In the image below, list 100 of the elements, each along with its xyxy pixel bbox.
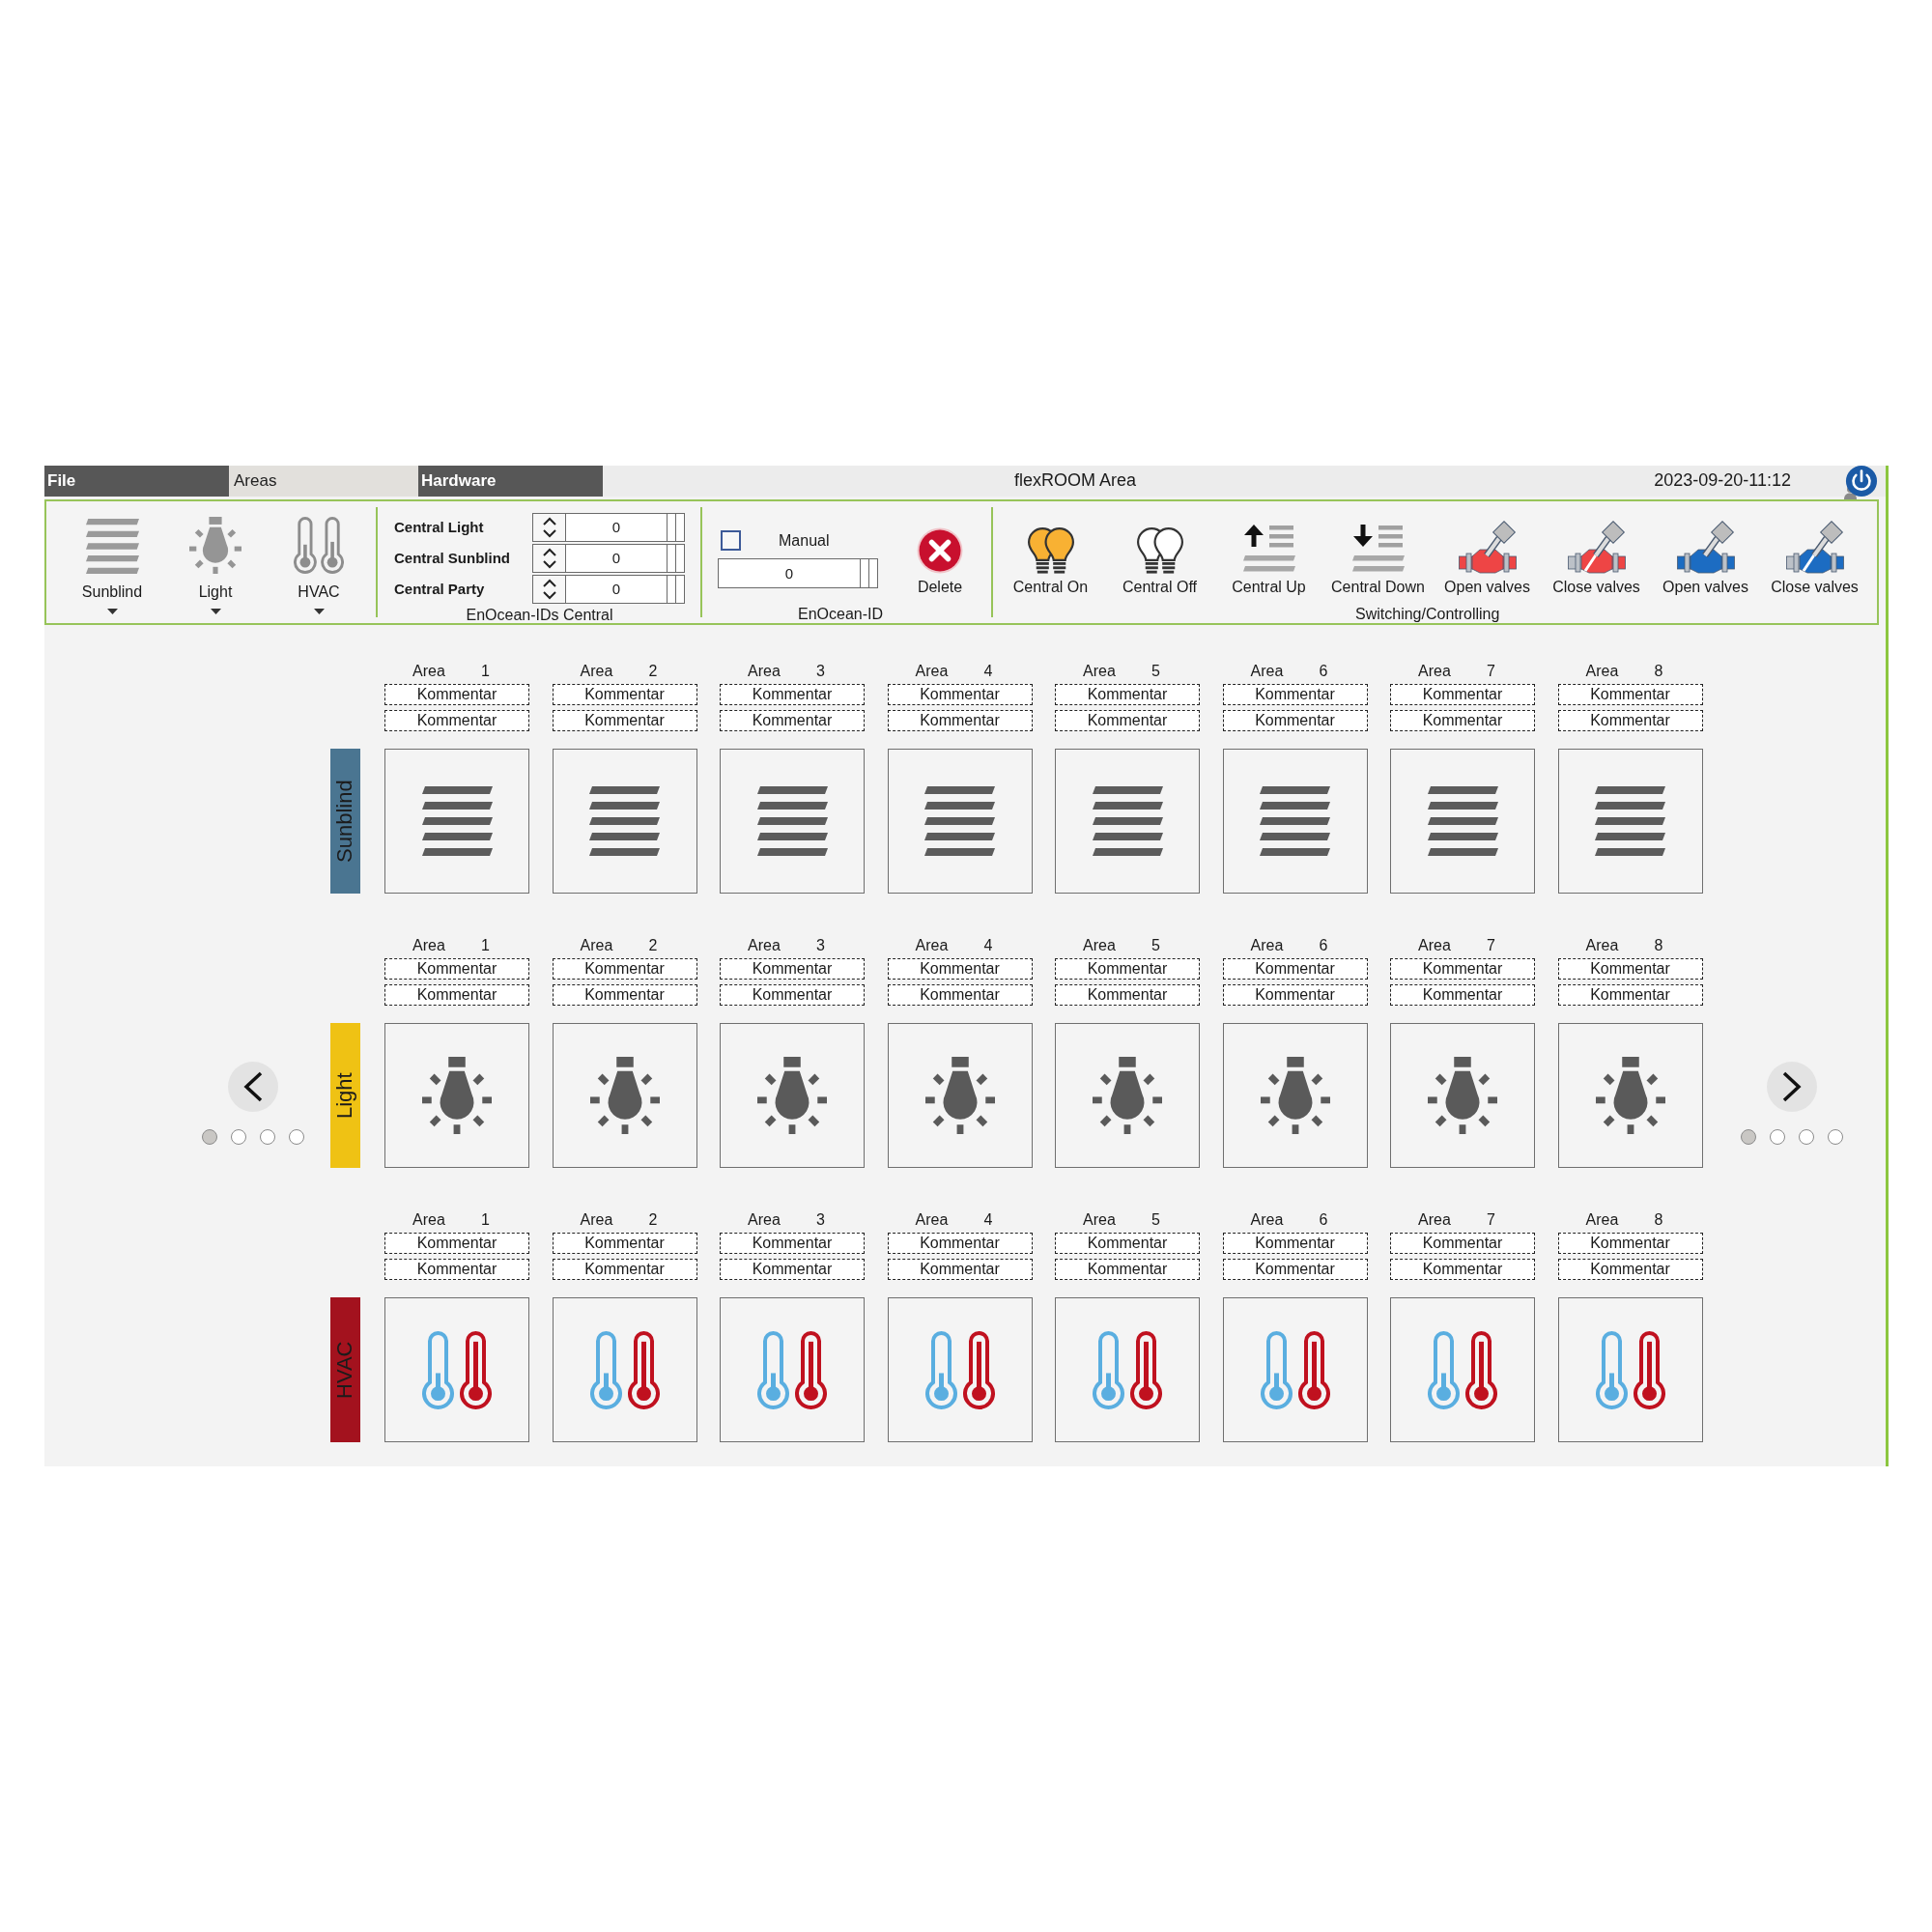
comment-field[interactable]: Kommentar [1390, 958, 1535, 980]
comment-field[interactable]: Kommentar [1390, 684, 1535, 705]
comment-field[interactable]: Kommentar [887, 684, 1033, 705]
spin-button[interactable] [532, 544, 566, 573]
toolbar-button[interactable]: Open valves [1651, 520, 1760, 597]
comment-field[interactable]: Kommentar [720, 958, 865, 980]
comment-field[interactable]: Kommentar [720, 1233, 865, 1254]
comment-field[interactable]: Kommentar [552, 684, 697, 705]
category-dropdown-button[interactable]: Light [172, 501, 259, 623]
toolbar-button[interactable]: Close valves [1542, 520, 1651, 597]
area-tile[interactable] [1222, 1023, 1368, 1168]
comment-field[interactable]: Kommentar [1055, 710, 1200, 731]
area-tile[interactable] [720, 1023, 865, 1168]
comment-field[interactable]: Kommentar [1222, 684, 1368, 705]
comment-field[interactable]: Kommentar [384, 1233, 529, 1254]
comment-field[interactable]: Kommentar [1557, 710, 1703, 731]
toolbar-button[interactable]: Central Down [1323, 520, 1433, 597]
area-tile[interactable] [720, 1297, 865, 1442]
comment-field[interactable]: Kommentar [887, 958, 1033, 980]
spin-button[interactable] [532, 513, 566, 542]
comment-field[interactable]: Kommentar [1222, 984, 1368, 1006]
spin-button[interactable] [532, 575, 566, 604]
comment-field[interactable]: Kommentar [887, 1259, 1033, 1280]
area-tile[interactable] [887, 1023, 1033, 1168]
toolbar-button[interactable]: Central On [996, 520, 1105, 597]
menu-tab[interactable]: File [44, 466, 229, 497]
comment-field[interactable]: Kommentar [1557, 958, 1703, 980]
comment-field[interactable]: Kommentar [1055, 984, 1200, 1006]
delete-button[interactable]: Delete [911, 501, 969, 597]
comment-field[interactable]: Kommentar [720, 984, 865, 1006]
area-tile[interactable] [552, 1023, 697, 1168]
comment-field[interactable]: Kommentar [384, 958, 529, 980]
comment-field[interactable]: Kommentar [552, 984, 697, 1006]
comment-field[interactable]: Kommentar [552, 958, 697, 980]
comment-field[interactable]: Kommentar [1390, 1259, 1535, 1280]
area-tile[interactable] [1222, 1297, 1368, 1442]
area-tile[interactable] [1055, 749, 1200, 894]
id-field[interactable]: 0 [566, 575, 685, 604]
comment-field[interactable]: Kommentar [1222, 710, 1368, 731]
area-tile[interactable] [887, 749, 1033, 894]
comment-field[interactable]: Kommentar [552, 710, 697, 731]
comment-field[interactable]: Kommentar [384, 684, 529, 705]
comment-field[interactable]: Kommentar [1055, 1233, 1200, 1254]
comment-field[interactable]: Kommentar [887, 1233, 1033, 1254]
comment-field[interactable]: Kommentar [1390, 984, 1535, 1006]
toolbar-button[interactable]: Central Up [1214, 520, 1323, 597]
comment-field[interactable]: Kommentar [384, 1259, 529, 1280]
comment-field[interactable]: Kommentar [1557, 684, 1703, 705]
comment-field[interactable]: Kommentar [1222, 1259, 1368, 1280]
comment-field[interactable]: Kommentar [1390, 1233, 1535, 1254]
comment-field[interactable]: Kommentar [1055, 1259, 1200, 1280]
id-field[interactable]: 0 [566, 513, 685, 542]
area-tile[interactable] [1557, 749, 1703, 894]
category-dropdown-button[interactable]: HVAC [275, 501, 362, 623]
next-button[interactable] [1767, 1062, 1817, 1112]
area-tile[interactable] [1390, 1297, 1535, 1442]
area-tile[interactable] [1390, 749, 1535, 894]
area-tile[interactable] [1055, 1297, 1200, 1442]
area-tile[interactable] [1055, 1023, 1200, 1168]
area-tile[interactable] [1390, 1023, 1535, 1168]
area-tile[interactable] [1557, 1023, 1703, 1168]
comment-field[interactable]: Kommentar [720, 710, 865, 731]
comment-field[interactable]: Kommentar [1222, 1233, 1368, 1254]
area-tile[interactable] [887, 1297, 1033, 1442]
comment-field[interactable]: Kommentar [552, 1259, 697, 1280]
toolbar-button[interactable]: Central Off [1105, 520, 1214, 597]
comment-field[interactable]: Kommentar [1390, 710, 1535, 731]
comment-field[interactable]: Kommentar [1055, 684, 1200, 705]
id-field[interactable]: 0 [566, 544, 685, 573]
previous-button[interactable] [228, 1062, 278, 1112]
area-tile[interactable] [384, 749, 529, 894]
id-field[interactable]: 0 [718, 558, 878, 588]
comment-field[interactable]: Kommentar [1557, 984, 1703, 1006]
area-tile[interactable] [552, 1297, 697, 1442]
toolbar-button[interactable]: Close valves [1760, 520, 1869, 597]
area-tile[interactable] [384, 1023, 529, 1168]
comment-field[interactable]: Kommentar [887, 710, 1033, 731]
area-tile[interactable] [384, 1297, 529, 1442]
comment-field[interactable]: Kommentar [720, 684, 865, 705]
thermometers-icon [1260, 1330, 1330, 1409]
comment-field[interactable]: Kommentar [887, 984, 1033, 1006]
area-tile[interactable] [1222, 749, 1368, 894]
menu-tab[interactable]: Hardware [418, 466, 603, 497]
comment-field[interactable]: Kommentar [384, 984, 529, 1006]
comment-field[interactable]: Kommentar [720, 1259, 865, 1280]
comment-field[interactable]: Kommentar [1222, 958, 1368, 980]
comment-field[interactable]: Kommentar [1557, 1259, 1703, 1280]
area-tile[interactable] [552, 749, 697, 894]
comment-field[interactable]: Kommentar [384, 710, 529, 731]
category-dropdown-button[interactable]: Sunblind [69, 501, 156, 623]
menu-tab[interactable]: Areas [229, 466, 418, 497]
manual-checkbox[interactable] [721, 530, 741, 551]
area-tile[interactable] [1557, 1297, 1703, 1442]
comment-field[interactable]: Kommentar [1557, 1233, 1703, 1254]
area-tile[interactable] [720, 749, 865, 894]
group-caption: Switching/Controlling [1355, 604, 1500, 623]
toolbar-button[interactable]: Open valves [1433, 520, 1542, 597]
comment-field[interactable]: Kommentar [552, 1233, 697, 1254]
power-icon[interactable] [1845, 465, 1878, 497]
comment-field[interactable]: Kommentar [1055, 958, 1200, 980]
